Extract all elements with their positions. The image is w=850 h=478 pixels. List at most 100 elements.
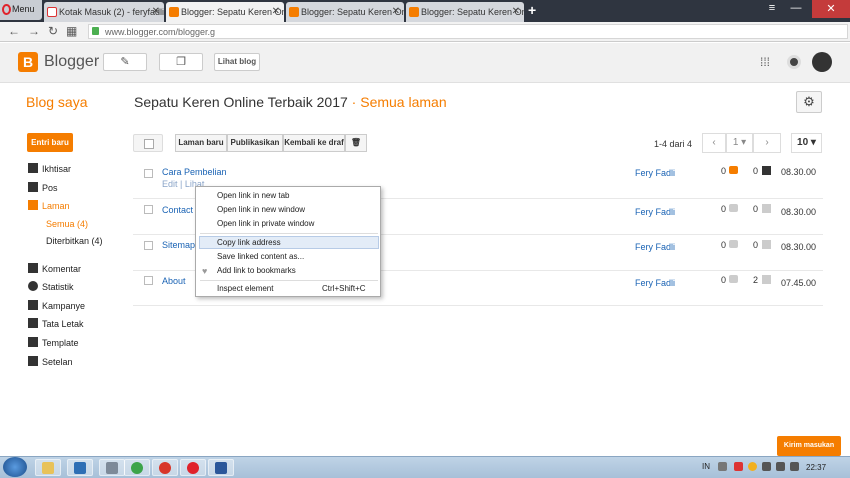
select-all-checkbox[interactable] xyxy=(133,134,163,152)
row-checkbox[interactable] xyxy=(144,276,153,285)
menu-item-inspect[interactable]: Inspect element xyxy=(217,284,273,293)
menu-item-add-bookmark[interactable]: Add link to bookmarks xyxy=(217,266,296,275)
sidebar-item-comments[interactable]: Komentar xyxy=(28,263,81,274)
sidebar-item-stats[interactable]: Statistik xyxy=(28,281,74,292)
new-post-pencil-button[interactable]: ✎ xyxy=(103,53,147,71)
gear-icon[interactable]: ⚙ xyxy=(796,91,822,113)
gmail-icon xyxy=(47,7,57,17)
minimize-icon[interactable]: — xyxy=(784,0,808,18)
tray-monitor-icon[interactable] xyxy=(762,462,771,471)
tab-blogger-3[interactable]: Blogger: Sepatu Keren Onl ✕ xyxy=(406,2,524,22)
start-button-icon[interactable] xyxy=(3,457,27,477)
publish-button[interactable]: Publikasikan xyxy=(227,134,283,152)
author-link[interactable]: Fery Fadli xyxy=(635,207,675,217)
tray-app-icon[interactable] xyxy=(748,462,757,471)
blogger-icon xyxy=(409,7,419,17)
new-page-button[interactable]: Laman baru xyxy=(175,134,227,152)
tab-menu-icon[interactable]: ≡ xyxy=(760,0,784,18)
new-tab-button[interactable]: + xyxy=(528,2,536,18)
close-tab-icon[interactable]: ✕ xyxy=(392,6,400,17)
blog-title[interactable]: Sepatu Keren Online Terbaik 2017 xyxy=(134,94,348,110)
inspect-shortcut: Ctrl+Shift+C xyxy=(322,284,366,293)
page-select[interactable]: 1 ▾ xyxy=(726,133,753,153)
views-icon xyxy=(762,240,771,249)
avatar[interactable] xyxy=(812,52,832,72)
menu-item-open-new-window[interactable]: Open link in new window xyxy=(217,205,305,214)
app-name[interactable]: Blogger xyxy=(44,53,99,71)
home-icon xyxy=(28,163,38,173)
comment-count: 0 xyxy=(721,240,727,250)
views-icon xyxy=(762,166,771,175)
sidebar-item-posts[interactable]: Pos xyxy=(28,182,58,193)
time: 08.30.00 xyxy=(781,207,817,217)
menu-divider xyxy=(200,233,378,234)
page-title-link[interactable]: Contact xyxy=(162,205,193,215)
author-link[interactable]: Fery Fadli xyxy=(635,242,675,252)
word-icon[interactable] xyxy=(208,459,234,476)
my-blogs-link[interactable]: Blog saya xyxy=(26,94,87,110)
page-title-link[interactable]: About xyxy=(162,276,186,286)
reload-icon[interactable]: ↻ xyxy=(48,24,58,38)
sidebar-item-campaigns[interactable]: Kampanye xyxy=(28,300,85,311)
close-tab-icon[interactable]: ✕ xyxy=(272,6,280,17)
sidebar-subitem-published[interactable]: Diterbitkan (4) xyxy=(46,236,103,246)
network-icon[interactable] xyxy=(776,462,785,471)
view-count: 0 xyxy=(753,240,759,250)
home-grid-icon[interactable]: ▦ xyxy=(66,24,77,38)
revert-to-draft-button[interactable]: Kembali ke draf xyxy=(283,134,345,152)
trash-icon[interactable]: 🗑 xyxy=(345,134,367,152)
input-language[interactable]: IN xyxy=(702,462,710,471)
app-icon[interactable] xyxy=(152,459,178,476)
row-checkbox[interactable] xyxy=(144,169,153,178)
menu-item-copy-link[interactable]: Copy link address xyxy=(217,238,281,247)
view-blog-button[interactable]: Lihat blog xyxy=(214,53,260,71)
per-page-select[interactable]: 10 ▾ xyxy=(791,133,822,153)
files-icon[interactable] xyxy=(99,459,125,476)
page-subtitle: Semua laman xyxy=(360,94,447,110)
new-post-button[interactable]: Entri baru xyxy=(27,133,73,152)
tray-arrow-icon[interactable] xyxy=(718,462,727,471)
browser-menu-button[interactable]: Menu xyxy=(0,0,42,20)
menu-item-save-linked[interactable]: Save linked content as... xyxy=(217,252,304,261)
sidebar-item-template[interactable]: Template xyxy=(28,337,79,348)
sidebar-subitem-all[interactable]: Semua (4) xyxy=(46,219,88,229)
next-page-icon[interactable]: › xyxy=(753,133,781,153)
chrome-icon[interactable] xyxy=(124,459,150,476)
sidebar-item-overview[interactable]: Ikhtisar xyxy=(28,163,71,174)
opera-icon[interactable] xyxy=(180,459,206,476)
author-link[interactable]: Fery Fadli xyxy=(635,278,675,288)
apps-grid-icon[interactable]: ⁞⁞⁞ xyxy=(760,56,772,68)
media-player-icon[interactable] xyxy=(67,459,93,476)
back-icon[interactable]: ← xyxy=(8,24,20,38)
sidebar-item-pages[interactable]: Laman xyxy=(28,200,70,211)
window-close-icon[interactable]: ✕ xyxy=(812,0,850,18)
row-checkbox[interactable] xyxy=(144,205,153,214)
stats-icon xyxy=(28,281,38,291)
forward-icon[interactable]: → xyxy=(28,24,40,38)
menu-item-open-new-tab[interactable]: Open link in new tab xyxy=(217,191,290,200)
blogger-logo-icon[interactable]: B xyxy=(18,52,38,72)
page-title-link[interactable]: Cara Pembelian xyxy=(162,167,227,177)
notifications-icon[interactable] xyxy=(787,55,801,69)
volume-icon[interactable] xyxy=(790,462,799,471)
close-tab-icon[interactable]: ✕ xyxy=(152,6,160,17)
tray-alert-icon[interactable] xyxy=(734,462,743,471)
explorer-icon[interactable] xyxy=(35,459,61,476)
clock[interactable]: 22:37 xyxy=(806,463,826,472)
send-feedback-button[interactable]: Kirim masukan xyxy=(777,436,841,456)
author-link[interactable]: Fery Fadli xyxy=(635,168,675,178)
lock-icon xyxy=(92,27,99,35)
sidebar-item-layout[interactable]: Tata Letak xyxy=(28,318,84,329)
menu-item-open-private-window[interactable]: Open link in private window xyxy=(217,219,314,228)
prev-page-icon[interactable]: ‹ xyxy=(702,133,726,153)
tab-gmail[interactable]: Kotak Masuk (2) - feryfadli ✕ xyxy=(44,2,164,22)
tab-blogger-2[interactable]: Blogger: Sepatu Keren Onl ✕ xyxy=(286,2,404,22)
url-input[interactable]: www.blogger.com/blogger.g xyxy=(88,24,848,39)
tab-blogger-active[interactable]: Blogger: Sepatu Keren Onl ✕ xyxy=(166,2,284,22)
posts-list-button[interactable]: ❐ xyxy=(159,53,203,71)
close-tab-icon[interactable]: ✕ xyxy=(512,6,520,17)
sidebar-item-settings[interactable]: Setelan xyxy=(28,356,73,367)
page-title-link[interactable]: Sitemap xyxy=(162,240,195,250)
blogger-icon xyxy=(169,7,179,17)
row-checkbox[interactable] xyxy=(144,241,153,250)
